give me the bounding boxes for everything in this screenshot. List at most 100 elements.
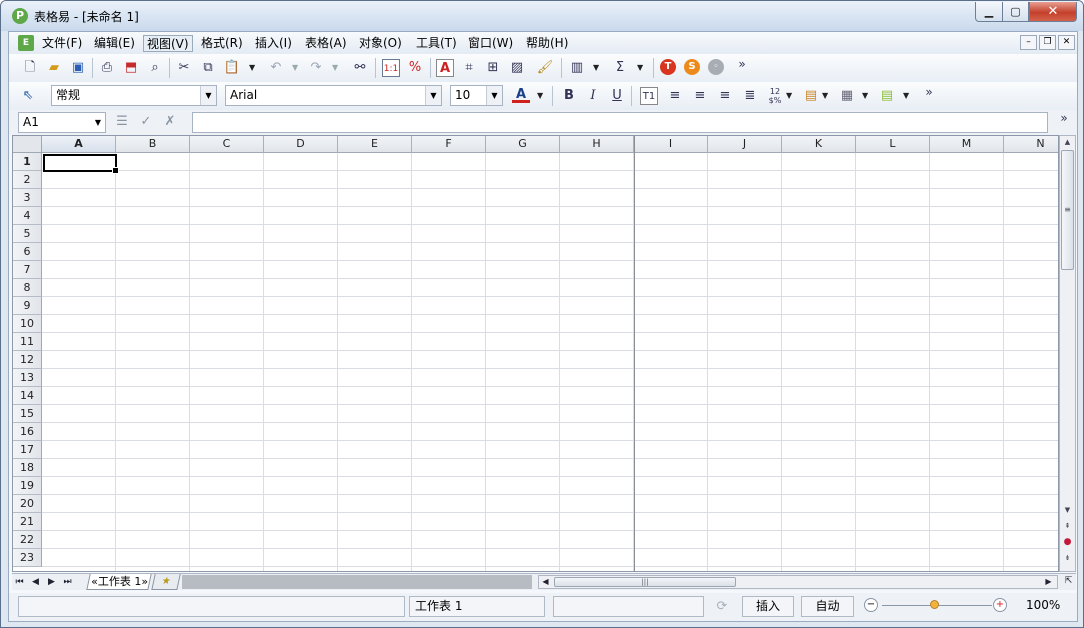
freeze-panes-icon[interactable]: ⌗ bbox=[460, 59, 478, 77]
doc-close-button[interactable]: ✕ bbox=[1058, 35, 1075, 50]
row-header[interactable]: 2 bbox=[13, 171, 42, 189]
vertical-scroll-thumb[interactable]: ≡ bbox=[1061, 150, 1074, 270]
row-header[interactable]: 6 bbox=[13, 243, 42, 261]
menu-insert[interactable]: 插入(I) bbox=[252, 35, 295, 52]
save-icon[interactable]: ▣ bbox=[69, 59, 87, 77]
column-header[interactable]: C bbox=[190, 136, 264, 153]
doc-minimize-button[interactable]: – bbox=[1020, 35, 1037, 50]
more-toolbar-icon[interactable]: » bbox=[1055, 109, 1073, 127]
formula-input[interactable] bbox=[192, 112, 1048, 133]
row-header[interactable]: 11 bbox=[13, 333, 42, 351]
number-format-dropdown-icon[interactable]: ▼ bbox=[786, 91, 792, 100]
font-color-dropdown-icon[interactable]: ▼ bbox=[537, 91, 543, 100]
row-header[interactable]: 10 bbox=[13, 315, 42, 333]
row-header[interactable]: 19 bbox=[13, 477, 42, 495]
row-header[interactable]: 1 bbox=[13, 153, 42, 171]
zoom-in-icon[interactable]: + bbox=[993, 598, 1007, 612]
italic-icon[interactable]: I bbox=[584, 87, 602, 105]
bold-icon[interactable]: B bbox=[560, 87, 578, 105]
column-header[interactable]: G bbox=[486, 136, 560, 153]
scroll-up-icon[interactable]: ▲ bbox=[1061, 136, 1074, 149]
redo-dropdown-icon[interactable]: ▼ bbox=[332, 63, 338, 72]
chevron-down-icon[interactable]: ▼ bbox=[91, 113, 105, 132]
zoom-slider-knob[interactable] bbox=[930, 600, 939, 609]
select-pointer-icon[interactable]: ⇖ bbox=[19, 87, 37, 105]
select-all-corner[interactable] bbox=[13, 136, 42, 153]
horizontal-scrollbar[interactable]: ◀ ||| ▶ bbox=[538, 575, 1058, 589]
row-header[interactable]: 14 bbox=[13, 387, 42, 405]
fill-dropdown-icon[interactable]: ▼ bbox=[903, 91, 909, 100]
format-painter-icon[interactable]: 🖌 bbox=[536, 59, 554, 77]
fill-color-icon[interactable]: ▤ bbox=[878, 87, 896, 105]
row-header[interactable]: 7 bbox=[13, 261, 42, 279]
text-box-icon[interactable]: A bbox=[436, 59, 454, 77]
sheet-tab[interactable]: «工作表 1» bbox=[86, 574, 152, 590]
column-header[interactable]: A bbox=[42, 136, 116, 153]
justify-icon[interactable]: ≣ bbox=[741, 87, 759, 105]
cut-icon[interactable]: ✂ bbox=[175, 59, 193, 77]
column-header[interactable]: H bbox=[560, 136, 634, 153]
last-sheet-icon[interactable]: ⏭ bbox=[60, 575, 75, 589]
scroll-right-icon[interactable]: ▶ bbox=[1042, 576, 1055, 588]
row-header[interactable]: 5 bbox=[13, 225, 42, 243]
column-header[interactable]: B bbox=[116, 136, 190, 153]
style-select[interactable]: 常规 ▼ bbox=[51, 85, 217, 106]
active-cell[interactable] bbox=[43, 154, 119, 174]
horizontal-scroll-thumb[interactable]: ||| bbox=[554, 577, 736, 587]
wrap-text-icon[interactable]: T1 bbox=[640, 87, 658, 105]
show-formula-icon[interactable]: 1:1 bbox=[382, 59, 400, 77]
row-header[interactable]: 12 bbox=[13, 351, 42, 369]
refresh-icon[interactable]: ⟳ bbox=[713, 598, 731, 616]
font-select[interactable]: Arial ▼ bbox=[225, 85, 442, 106]
column-header[interactable]: M bbox=[930, 136, 1004, 153]
row-header[interactable]: 9 bbox=[13, 297, 42, 315]
chevron-down-icon[interactable]: ▼ bbox=[486, 86, 502, 105]
first-sheet-icon[interactable]: ⏮ bbox=[12, 575, 27, 589]
column-header[interactable]: D bbox=[264, 136, 338, 153]
row-header[interactable]: 15 bbox=[13, 405, 42, 423]
chart-dropdown-icon[interactable]: ▼ bbox=[593, 63, 599, 72]
copy-icon[interactable]: ⧉ bbox=[199, 59, 217, 77]
align-right-icon[interactable]: ≡ bbox=[716, 87, 734, 105]
row-header[interactable]: 8 bbox=[13, 279, 42, 297]
new-file-icon[interactable]: 🗋 bbox=[21, 59, 39, 77]
borders-dropdown-icon[interactable]: ▼ bbox=[862, 91, 868, 100]
borders-icon[interactable]: ▦ bbox=[838, 87, 856, 105]
print-preview-icon[interactable]: ⌕ bbox=[146, 59, 164, 77]
column-header[interactable]: N bbox=[1004, 136, 1058, 153]
maximize-button[interactable]: ▢ bbox=[1002, 2, 1029, 22]
close-button[interactable]: ✕ bbox=[1029, 2, 1077, 22]
function-list-icon[interactable]: ☰ bbox=[113, 113, 131, 131]
auto-calc-indicator[interactable]: 自动 bbox=[801, 596, 854, 617]
record-dot-icon[interactable]: ● bbox=[1061, 536, 1074, 549]
chevron-down-icon[interactable]: ▼ bbox=[200, 86, 216, 105]
menu-object[interactable]: 对象(O) bbox=[356, 35, 405, 52]
paste-dropdown-icon[interactable]: ▼ bbox=[249, 63, 255, 72]
autosum-icon[interactable]: Σ bbox=[611, 59, 629, 77]
percent-icon[interactable]: % bbox=[406, 59, 424, 77]
row-header[interactable]: 3 bbox=[13, 189, 42, 207]
menu-help[interactable]: 帮助(H) bbox=[523, 35, 571, 52]
menu-table[interactable]: 表格(A) bbox=[302, 35, 350, 52]
more-toolbar-icon[interactable]: » bbox=[920, 83, 938, 101]
menu-edit[interactable]: 编辑(E) bbox=[91, 35, 138, 52]
document-icon[interactable]: E bbox=[18, 35, 34, 51]
add-sheet-icon[interactable]: ★ bbox=[151, 574, 181, 590]
undo-icon[interactable]: ↶ bbox=[267, 59, 285, 77]
cancel-icon[interactable]: ✗ bbox=[161, 113, 179, 131]
menu-tools[interactable]: 工具(T) bbox=[413, 35, 460, 52]
find-icon[interactable]: ⚯ bbox=[351, 59, 369, 77]
font-color-icon[interactable]: A bbox=[512, 87, 530, 103]
column-header[interactable]: F bbox=[412, 136, 486, 153]
underline-icon[interactable]: U bbox=[608, 87, 626, 105]
zoom-out-icon[interactable]: − bbox=[864, 598, 878, 612]
column-header[interactable]: J bbox=[708, 136, 782, 153]
s-circle-icon[interactable]: S bbox=[684, 59, 700, 75]
scroll-left-icon[interactable]: ◀ bbox=[539, 576, 552, 588]
print-icon[interactable]: ⎙ bbox=[98, 59, 116, 77]
align-left-icon[interactable]: ≡ bbox=[666, 87, 684, 105]
scroll-down-icon[interactable]: ▼ bbox=[1061, 504, 1074, 517]
font-size-select[interactable]: 10 ▼ bbox=[450, 85, 503, 106]
conditional-dropdown-icon[interactable]: ▼ bbox=[822, 91, 828, 100]
insert-mode-indicator[interactable]: 插入 bbox=[742, 596, 794, 617]
